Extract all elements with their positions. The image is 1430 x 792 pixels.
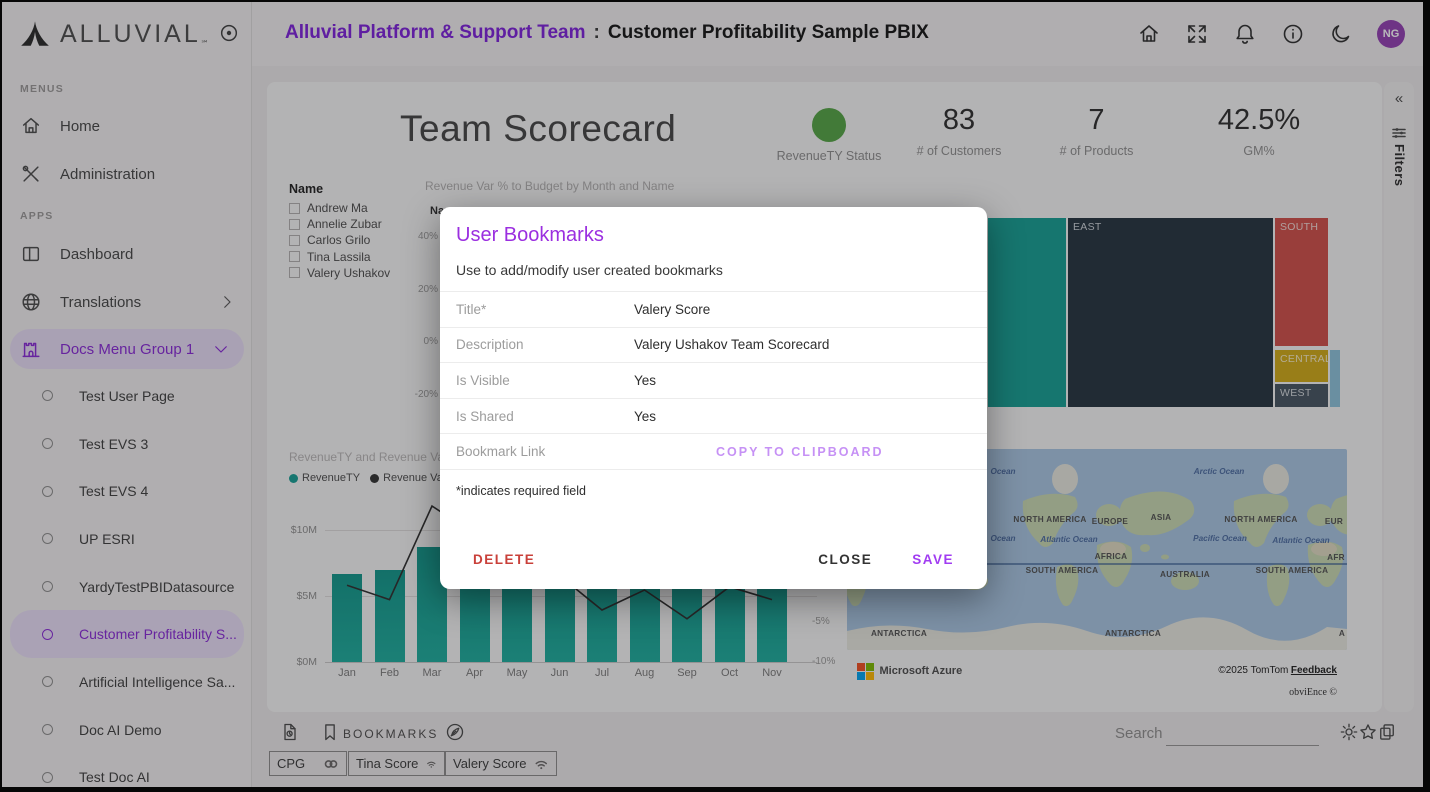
close-button[interactable]: CLOSE [818, 552, 872, 567]
field-label: Title* [440, 302, 634, 317]
field-value[interactable]: Valery Ushakov Team Scorecard [634, 337, 829, 352]
user-bookmarks-dialog: User Bookmarks Use to add/modify user cr… [440, 207, 987, 589]
app-window: ALLUVIAL ℠ MENUS Home Administration APP… [0, 0, 1430, 792]
dialog-header: User Bookmarks Use to add/modify user cr… [440, 207, 987, 291]
delete-button[interactable]: DELETE [473, 552, 535, 567]
field-label: Description [440, 337, 634, 352]
app-surface: ALLUVIAL ℠ MENUS Home Administration APP… [2, 2, 1423, 787]
field-label: Is Visible [440, 373, 634, 388]
field-label: Bookmark Link [440, 444, 634, 459]
dialog-title: User Bookmarks [456, 224, 971, 247]
save-button[interactable]: SAVE [912, 552, 954, 567]
field-value[interactable]: Yes [634, 373, 656, 388]
dialog-field-row: Bookmark Link COPY TO CLIPBOARD [440, 434, 987, 470]
field-value[interactable]: Valery Score [634, 302, 710, 317]
dialog-field-row: Is SharedYes [440, 399, 987, 435]
required-field-note: *indicates required field [440, 470, 987, 498]
field-value[interactable]: Yes [634, 409, 656, 424]
dialog-subtitle: Use to add/modify user created bookmarks [456, 262, 971, 278]
field-label: Is Shared [440, 409, 634, 424]
dialog-field-row: DescriptionValery Ushakov Team Scorecard [440, 328, 987, 364]
dialog-field-row: Title*Valery Score [440, 292, 987, 328]
dialog-field-row: Is VisibleYes [440, 363, 987, 399]
copy-to-clipboard-button[interactable]: COPY TO CLIPBOARD [716, 445, 884, 459]
dialog-actions: DELETE CLOSE SAVE [473, 552, 954, 567]
dialog-fields: Title*Valery ScoreDescriptionValery Usha… [440, 291, 987, 470]
